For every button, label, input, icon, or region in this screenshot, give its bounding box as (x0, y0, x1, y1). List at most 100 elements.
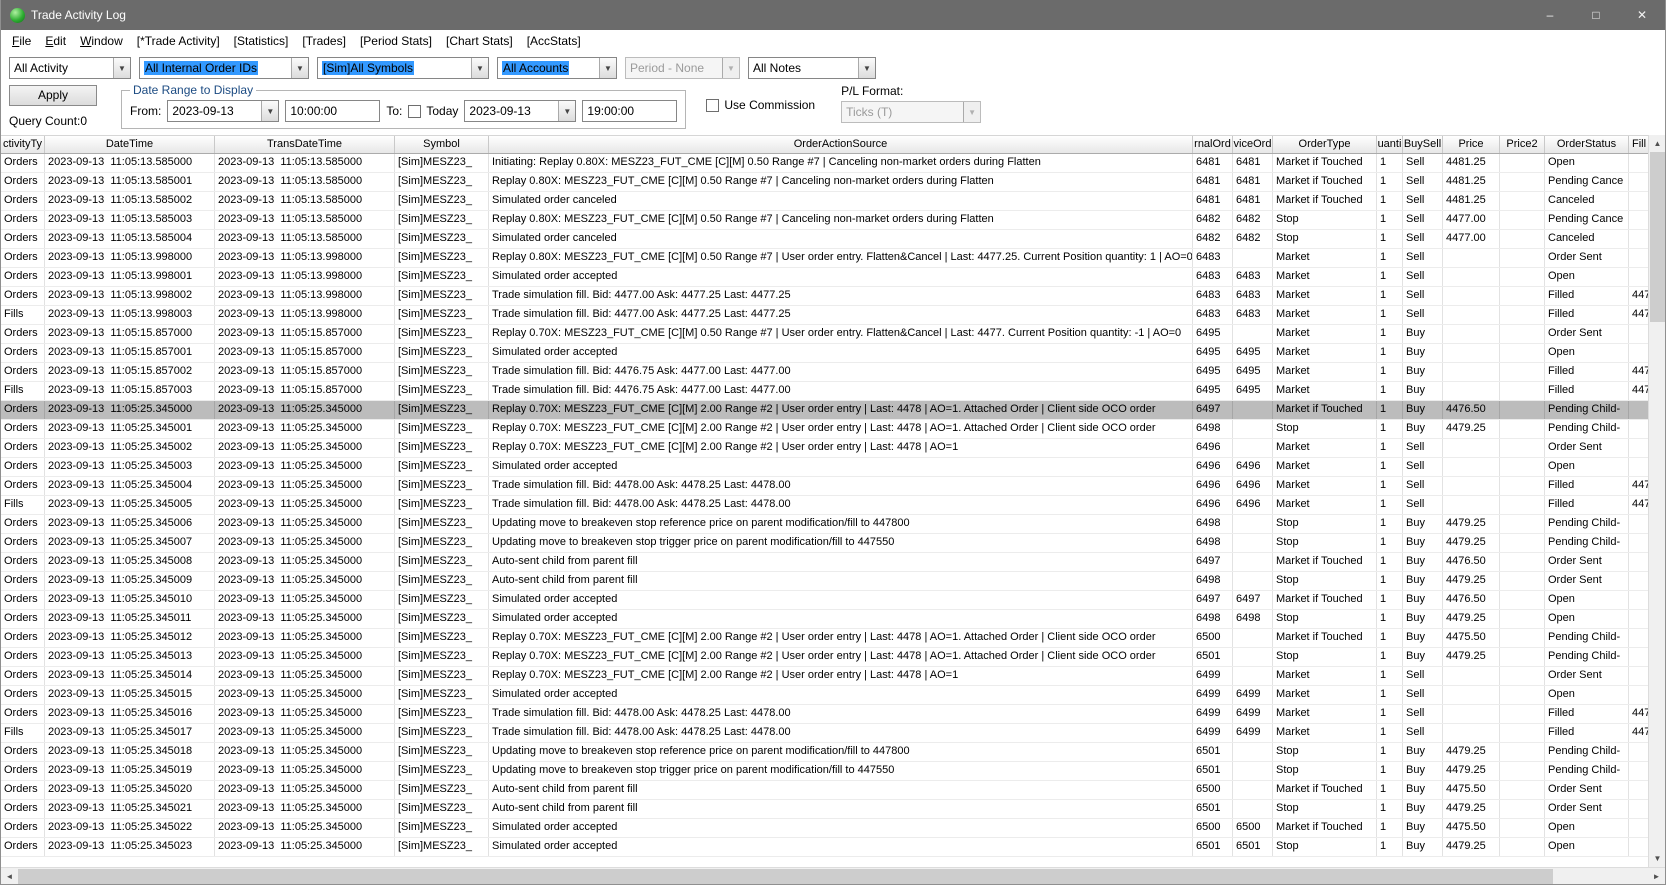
scroll-down-icon[interactable]: ▼ (1649, 850, 1665, 867)
column-header-ctivityty[interactable]: ctivityTy (1, 136, 45, 153)
table-row[interactable]: Orders 2023-09-13 11:05:25.345022 2023-09-… (1, 819, 1648, 838)
scroll-up-icon[interactable]: ▲ (1649, 135, 1665, 152)
table-row[interactable]: Orders 2023-09-13 11:05:25.345000 2023-09-… (1, 401, 1648, 420)
column-header-price2[interactable]: Price2 (1500, 136, 1545, 153)
column-header-datetime[interactable]: DateTime (45, 136, 215, 153)
table-cell: Market (1273, 249, 1377, 267)
column-header-viceord[interactable]: viceOrd (1233, 136, 1273, 153)
column-header-ordertype[interactable]: OrderType (1273, 136, 1377, 153)
notes-filter-combo[interactable]: All Notes ▼ (748, 57, 876, 79)
table-row[interactable]: Orders 2023-09-13 11:05:25.345008 2023-09-… (1, 553, 1648, 572)
table-cell: 6500 (1193, 629, 1233, 647)
table-row[interactable]: Orders 2023-09-13 11:05:25.345021 2023-09-… (1, 800, 1648, 819)
chevron-down-icon[interactable]: ▼ (599, 58, 616, 78)
close-button[interactable]: ✕ (1619, 0, 1665, 30)
menu-item-window[interactable]: Window (73, 31, 130, 52)
menu-item-period-stats[interactable]: [Period Stats] (353, 31, 439, 52)
table-row[interactable]: Orders 2023-09-13 11:05:25.345015 2023-09-… (1, 686, 1648, 705)
table-row[interactable]: Orders 2023-09-13 11:05:25.345007 2023-09-… (1, 534, 1648, 553)
table-row[interactable]: Orders 2023-09-13 11:05:25.345001 2023-09-… (1, 420, 1648, 439)
menu-item-chart-stats[interactable]: [Chart Stats] (439, 31, 520, 52)
table-cell (1629, 610, 1648, 628)
table-row[interactable]: Orders 2023-09-13 11:05:25.345012 2023-09-… (1, 629, 1648, 648)
maximize-button[interactable]: □ (1573, 0, 1619, 30)
menu-item-accstats[interactable]: [AccStats] (520, 31, 588, 52)
table-row[interactable]: Orders 2023-09-13 11:05:13.998002 2023-09-… (1, 287, 1648, 306)
menu-item-trades[interactable]: [Trades] (295, 31, 353, 52)
vertical-scroll-thumb[interactable] (1650, 152, 1665, 322)
from-date-combo[interactable]: 2023-09-13 ▼ (167, 100, 280, 122)
scroll-right-icon[interactable]: ► (1648, 868, 1665, 885)
column-header-orderstatus[interactable]: OrderStatus (1545, 136, 1629, 153)
chevron-down-icon[interactable]: ▼ (291, 58, 308, 78)
table-row[interactable]: Orders 2023-09-13 11:05:25.345014 2023-09-… (1, 667, 1648, 686)
to-time-input[interactable] (582, 100, 678, 122)
horizontal-scrollbar[interactable]: ◄ ► (1, 867, 1665, 884)
column-header-price[interactable]: Price (1443, 136, 1500, 153)
table-cell: Orders (1, 458, 45, 476)
table-row[interactable]: Orders 2023-09-13 11:05:25.345002 2023-09-… (1, 439, 1648, 458)
table-row[interactable]: Orders 2023-09-13 11:05:13.998001 2023-09-… (1, 268, 1648, 287)
table-row[interactable]: Orders 2023-09-13 11:05:25.345019 2023-09-… (1, 762, 1648, 781)
table-row[interactable]: Orders 2023-09-13 11:05:15.857002 2023-09-… (1, 363, 1648, 382)
internal-order-ids-combo[interactable]: All Internal Order IDs ▼ (139, 57, 309, 79)
symbols-filter-combo[interactable]: [Sim]All Symbols ▼ (317, 57, 489, 79)
scroll-left-icon[interactable]: ◄ (1, 868, 18, 885)
table-row[interactable]: Orders 2023-09-13 11:05:25.345020 2023-09-… (1, 781, 1648, 800)
table-row[interactable]: Orders 2023-09-13 11:05:13.585002 2023-09-… (1, 192, 1648, 211)
accounts-filter-combo[interactable]: All Accounts ▼ (497, 57, 617, 79)
chevron-down-icon[interactable]: ▼ (558, 101, 576, 121)
table-row[interactable]: Fills 2023-09-13 11:05:25.345005 2023-09-1… (1, 496, 1648, 515)
table-cell (1629, 154, 1648, 172)
table-cell: 4479.25 (1443, 515, 1500, 533)
column-header-fill[interactable]: Fill (1629, 136, 1648, 153)
column-header-rnalord[interactable]: rnalOrd (1193, 136, 1233, 153)
menu-item-statistics[interactable]: [Statistics] (227, 31, 296, 52)
table-row[interactable]: Orders 2023-09-13 11:05:25.345023 2023-09-… (1, 838, 1648, 857)
chevron-down-icon[interactable]: ▼ (261, 101, 279, 121)
column-header-transdatetime[interactable]: TransDateTime (215, 136, 395, 153)
table-row[interactable]: Orders 2023-09-13 11:05:15.857001 2023-09-… (1, 344, 1648, 363)
chevron-down-icon[interactable]: ▼ (858, 58, 875, 78)
table-cell (1500, 211, 1545, 229)
to-date-combo[interactable]: 2023-09-13 ▼ (464, 100, 577, 122)
table-row[interactable]: Orders 2023-09-13 11:05:25.345018 2023-09-… (1, 743, 1648, 762)
table-row[interactable]: Orders 2023-09-13 11:05:25.345011 2023-09-… (1, 610, 1648, 629)
column-header-symbol[interactable]: Symbol (395, 136, 489, 153)
table-row[interactable]: Orders 2023-09-13 11:05:25.345004 2023-09-… (1, 477, 1648, 496)
column-header-buysell[interactable]: BuySell (1403, 136, 1443, 153)
menu-item-edit[interactable]: Edit (38, 31, 73, 52)
table-row[interactable]: Fills 2023-09-13 11:05:25.345017 2023-09-1… (1, 724, 1648, 743)
table-row[interactable]: Orders 2023-09-13 11:05:13.585001 2023-09-… (1, 173, 1648, 192)
activity-filter-combo[interactable]: All Activity ▼ (9, 57, 131, 79)
table-cell: 6495 (1233, 344, 1273, 362)
table-cell: Trade simulation fill. Bid: 4478.00 Ask:… (489, 724, 1193, 742)
table-row[interactable]: Orders 2023-09-13 11:05:15.857000 2023-09-… (1, 325, 1648, 344)
table-row[interactable]: Fills 2023-09-13 11:05:13.998003 2023-09-1… (1, 306, 1648, 325)
chevron-down-icon[interactable]: ▼ (471, 58, 488, 78)
table-row[interactable]: Orders 2023-09-13 11:05:13.998000 2023-09-… (1, 249, 1648, 268)
menu-item-trade-activity[interactable]: [*Trade Activity] (130, 31, 227, 52)
column-header-uanti[interactable]: uanti (1377, 136, 1403, 153)
use-commission-checkbox[interactable] (706, 98, 720, 112)
menu-item-file[interactable]: File (5, 31, 38, 52)
today-checkbox[interactable] (408, 104, 422, 118)
table-row[interactable]: Orders 2023-09-13 11:05:25.345010 2023-09-… (1, 591, 1648, 610)
table-row[interactable]: Orders 2023-09-13 11:05:25.345013 2023-09-… (1, 648, 1648, 667)
table-row[interactable]: Orders 2023-09-13 11:05:25.345009 2023-09-… (1, 572, 1648, 591)
from-time-input[interactable] (285, 100, 381, 122)
minimize-button[interactable]: – (1527, 0, 1573, 30)
table-row[interactable]: Orders 2023-09-13 11:05:13.585004 2023-09-… (1, 230, 1648, 249)
table-cell: 4479.25 (1443, 838, 1500, 856)
table-row[interactable]: Orders 2023-09-13 11:05:25.345003 2023-09-… (1, 458, 1648, 477)
table-row[interactable]: Fills 2023-09-13 11:05:15.857003 2023-09-1… (1, 382, 1648, 401)
table-row[interactable]: Orders 2023-09-13 11:05:13.585000 2023-09-… (1, 154, 1648, 173)
table-row[interactable]: Orders 2023-09-13 11:05:25.345006 2023-09-… (1, 515, 1648, 534)
table-row[interactable]: Orders 2023-09-13 11:05:13.585003 2023-09-… (1, 211, 1648, 230)
horizontal-scroll-thumb[interactable] (18, 869, 1553, 884)
column-header-orderactionsource[interactable]: OrderActionSource (489, 136, 1193, 153)
table-row[interactable]: Orders 2023-09-13 11:05:25.345016 2023-09-… (1, 705, 1648, 724)
chevron-down-icon[interactable]: ▼ (113, 58, 130, 78)
vertical-scrollbar[interactable]: ▲ ▼ (1648, 135, 1665, 867)
apply-button[interactable]: Apply (9, 85, 97, 106)
